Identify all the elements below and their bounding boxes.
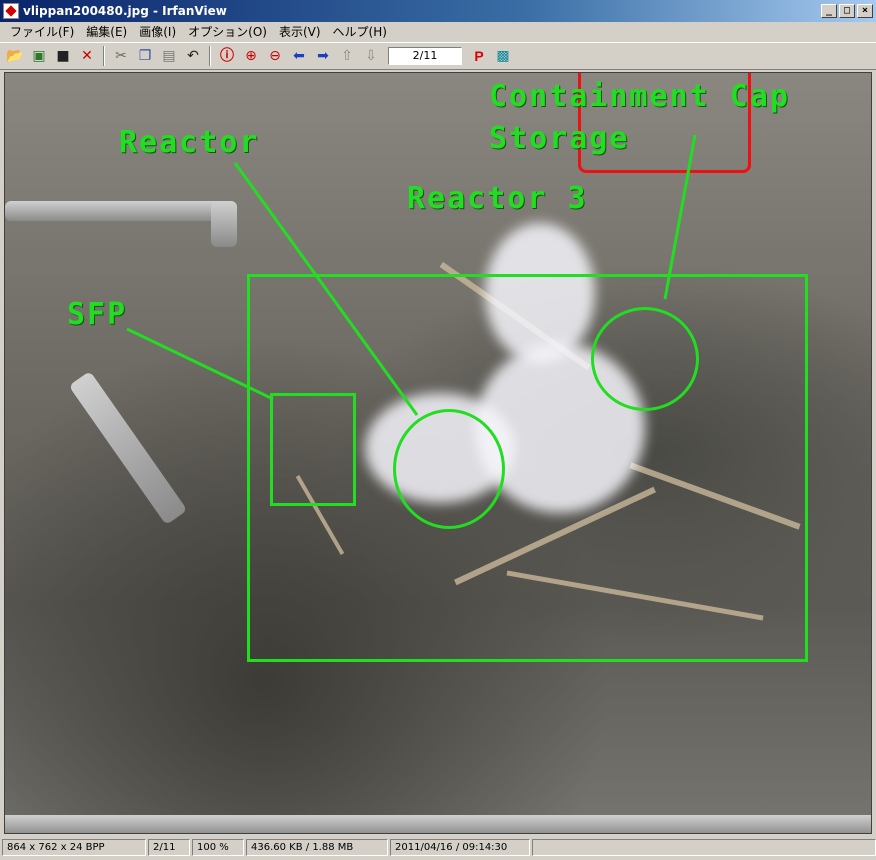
window-title: vlippan200480.jpg - IrfanView [23, 4, 227, 18]
menu-image[interactable]: 画像(I) [133, 23, 182, 40]
copy-icon[interactable]: ❐ [134, 45, 156, 67]
title-bar[interactable]: vlippan200480.jpg - IrfanView _ □ × [0, 0, 876, 22]
zoom-out-icon[interactable]: ⊖ [264, 45, 286, 67]
previous-arrow-icon[interactable]: ⬅ [288, 45, 310, 67]
save-icon[interactable]: ■ [52, 45, 74, 67]
page-number-field[interactable]: 2/11 [388, 47, 462, 65]
status-datetime: 2011/04/16 / 09:14:30 [390, 839, 530, 856]
last-page-icon[interactable]: ⇩ [360, 45, 382, 67]
menu-file[interactable]: ファイル(F) [4, 23, 80, 40]
zoom-in-icon[interactable]: ⊕ [240, 45, 262, 67]
status-page: 2/11 [148, 839, 190, 856]
window-controls: _ □ × [821, 4, 873, 18]
paste-icon[interactable]: ▤ [158, 45, 180, 67]
delete-icon[interactable]: ✕ [76, 45, 98, 67]
palette-icon[interactable]: ▩ [492, 45, 514, 67]
toolbar-separator [209, 46, 211, 66]
status-bar: 864 x 762 x 24 BPP 2/11 100 % 436.60 KB … [0, 837, 876, 858]
sfp-leader-line [126, 327, 274, 401]
first-page-icon[interactable]: ⇧ [336, 45, 358, 67]
containment-leader-line [663, 134, 697, 300]
menu-options[interactable]: オプション(O) [182, 23, 273, 40]
status-filesize: 436.60 KB / 1.88 MB [246, 839, 388, 856]
menu-edit[interactable]: 編集(E) [80, 23, 133, 40]
reactor-label: Reactor [119, 125, 260, 160]
storage-label: Storage [489, 121, 630, 156]
maximize-button[interactable]: □ [839, 4, 855, 18]
toolbar: 📂 ▣ ■ ✕ ✂ ❐ ▤ ↶ ⓘ ⊕ ⊖ ⬅ ➡ ⇧ ⇩ 2/11 P ▩ [0, 42, 876, 70]
reactor-leader-line [233, 162, 419, 416]
cut-icon[interactable]: ✂ [110, 45, 132, 67]
next-arrow-icon[interactable]: ➡ [312, 45, 334, 67]
close-button[interactable]: × [857, 4, 873, 18]
info-icon[interactable]: ⓘ [216, 45, 238, 67]
minimize-button[interactable]: _ [821, 4, 837, 18]
menu-bar: ファイル(F) 編集(E) 画像(I) オプション(O) 表示(V) ヘルプ(H… [0, 22, 876, 41]
reactor-3-label: Reactor 3 [407, 181, 588, 216]
containment-cap-label: Containment Cap [489, 79, 790, 114]
slideshow-icon[interactable]: ▣ [28, 45, 50, 67]
toolbar-separator [103, 46, 105, 66]
status-empty [532, 839, 876, 856]
menu-view[interactable]: 表示(V) [273, 23, 327, 40]
print-p-icon[interactable]: P [468, 45, 490, 67]
status-zoom: 100 % [192, 839, 244, 856]
undo-icon[interactable]: ↶ [182, 45, 204, 67]
open-folder-icon[interactable]: 📂 [4, 45, 26, 67]
menu-help[interactable]: ヘルプ(H) [327, 23, 393, 40]
image-canvas[interactable]: Containment Cap Storage Reactor Reactor … [4, 72, 872, 834]
irfanview-app-icon[interactable] [3, 3, 19, 19]
sfp-label: SFP [67, 297, 128, 332]
status-dimensions: 864 x 762 x 24 BPP [2, 839, 146, 856]
